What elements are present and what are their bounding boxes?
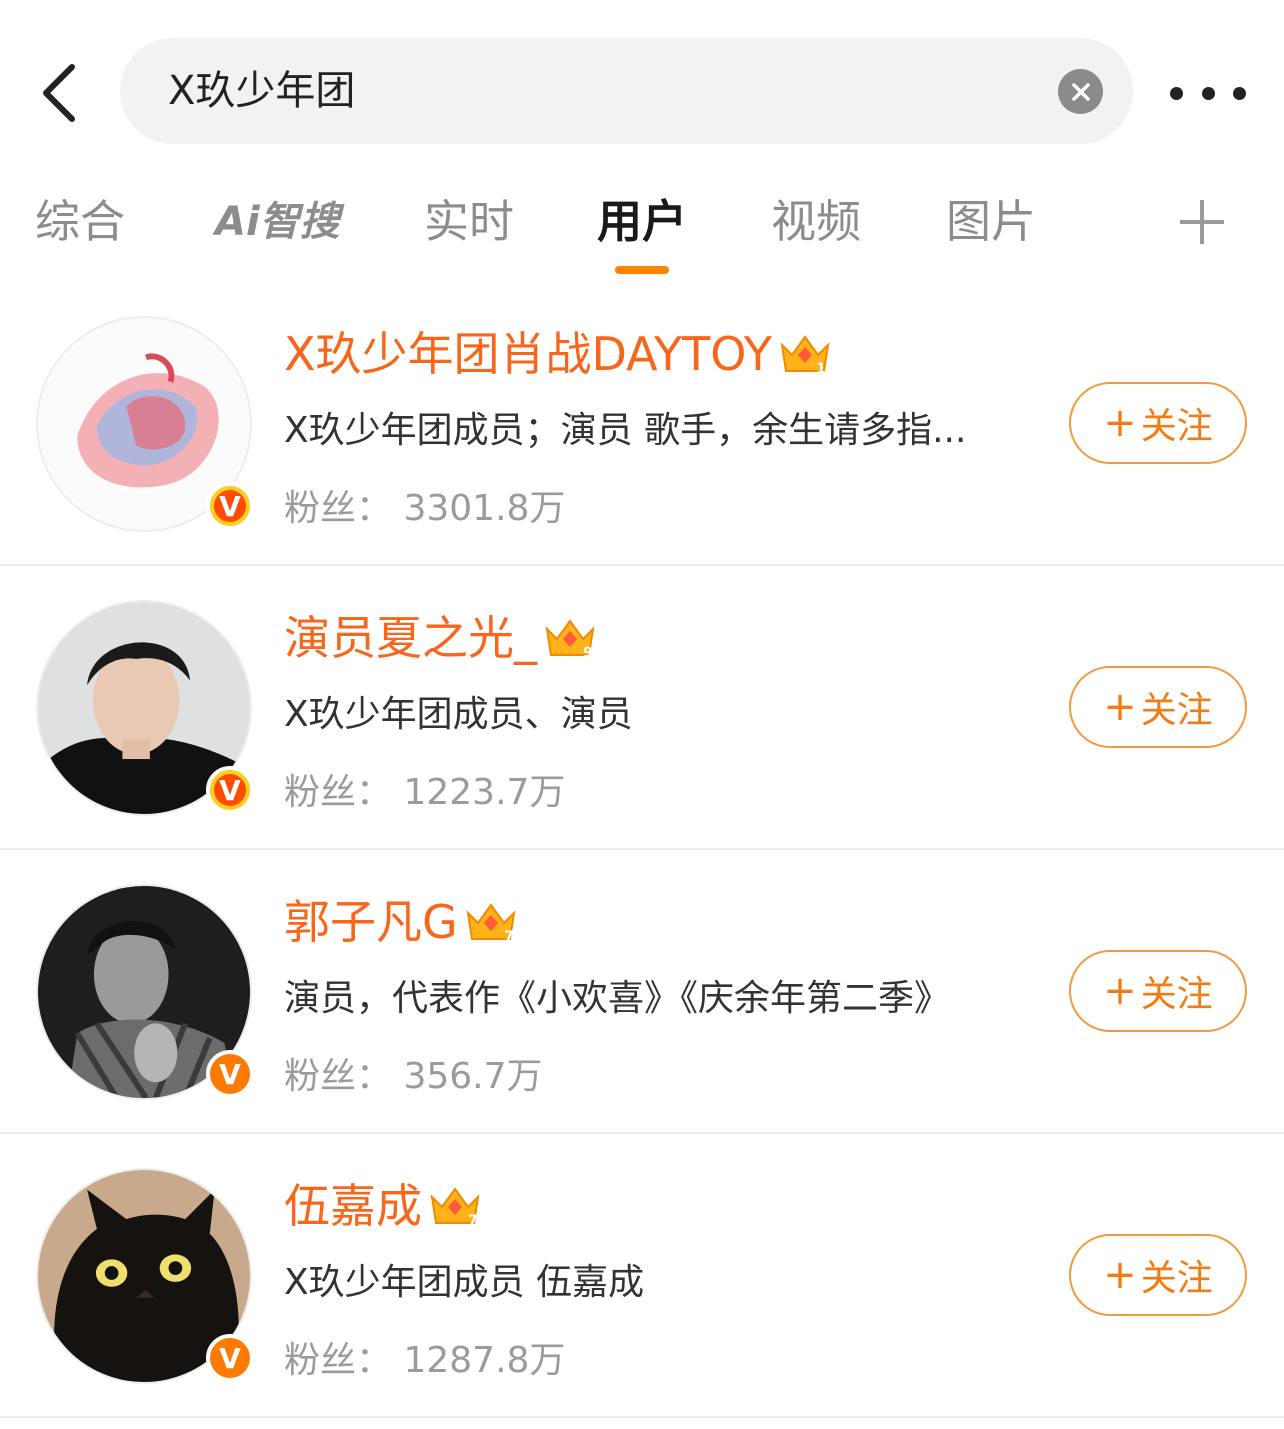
clear-search-button[interactable] — [1058, 69, 1103, 114]
crown-level-icon: 9 — [545, 619, 595, 661]
fans-value: 356.7万 — [403, 1056, 543, 1097]
follow-label: 关注 — [1140, 974, 1213, 1015]
follow-button[interactable]: + 关注 — [1069, 382, 1247, 464]
dot-icon — [1201, 86, 1215, 100]
user-row[interactable]: V 郭子凡G 7 演员，代表作《小欢喜》《庆余年第二季》 粉丝： 356.7万 … — [0, 850, 1284, 1134]
fans-label: 粉丝： — [284, 772, 393, 813]
back-button[interactable] — [28, 58, 88, 128]
user-row[interactable]: V 伍嘉成 7 X玖少年团成员 伍嘉成 粉丝： 1287.8万 + 关注 — [0, 1134, 1284, 1418]
search-bar[interactable]: X玖少年团 — [120, 38, 1133, 144]
chevron-left-icon — [43, 64, 75, 122]
fans-label: 粉丝： — [284, 1340, 393, 1381]
tab-videos[interactable]: 视频 — [771, 190, 861, 254]
tab-comprehensive[interactable]: 综合 — [35, 190, 125, 254]
follow-label: 关注 — [1140, 1258, 1213, 1299]
user-row[interactable]: V 演员夏之光_ 9 X玖少年团成员、演员 粉丝： 1223.7万 + 关注 — [0, 566, 1284, 850]
active-tab-indicator — [615, 266, 669, 274]
crown-level: 10 — [816, 361, 832, 377]
plus-icon: + — [1103, 400, 1137, 446]
crown-level: 7 — [504, 929, 514, 945]
verified-badge-icon: V — [206, 766, 254, 814]
fans-value: 1287.8万 — [403, 1340, 566, 1381]
verified-badge-icon: V — [206, 482, 254, 530]
user-name[interactable]: X玖少年团肖战DAYTOY — [284, 324, 772, 384]
fans-count: 粉丝： 1287.8万 — [284, 1336, 565, 1386]
tab-realtime[interactable]: 实时 — [424, 190, 514, 254]
fans-value: 3301.8万 — [403, 488, 566, 529]
user-name-row[interactable]: 演员夏之光_ 9 — [284, 608, 597, 668]
follow-button[interactable]: + 关注 — [1069, 666, 1247, 748]
plus-icon: + — [1103, 968, 1137, 1014]
search-results-page: X玖少年团 综合 Ai智搜 实时 用户 视频 图片 V X玖少年团肖战DAYTO… — [0, 0, 1284, 1429]
follow-button[interactable]: + 关注 — [1069, 950, 1247, 1032]
plus-icon: + — [1103, 1252, 1137, 1298]
crown-level-icon: 7 — [430, 1187, 480, 1229]
user-description: 演员，代表作《小欢喜》《庆余年第二季》 — [284, 978, 951, 1019]
fans-count: 粉丝： 356.7万 — [284, 1052, 543, 1102]
user-name-row[interactable]: 伍嘉成 7 — [284, 1176, 482, 1236]
dot-icon — [1170, 86, 1183, 100]
user-name[interactable]: 演员夏之光_ — [284, 608, 537, 668]
user-name[interactable]: 伍嘉成 — [284, 1176, 422, 1236]
close-icon — [1071, 82, 1090, 101]
more-options-button[interactable] — [1170, 78, 1246, 108]
verified-badge-icon: V — [206, 1334, 254, 1382]
tab-images[interactable]: 图片 — [946, 190, 1036, 254]
follow-button[interactable]: + 关注 — [1069, 1234, 1247, 1316]
crown-level: 7 — [468, 1213, 478, 1229]
user-name[interactable]: 郭子凡G — [284, 892, 458, 952]
fans-value: 1223.7万 — [403, 772, 566, 813]
top-bar: X玖少年团 — [0, 0, 1284, 170]
follow-label: 关注 — [1140, 690, 1213, 731]
crown-level-icon: 10 — [780, 335, 832, 377]
tab-ai-search[interactable]: Ai智搜 — [215, 190, 340, 254]
plus-icon: + — [1103, 684, 1137, 730]
user-list: V X玖少年团肖战DAYTOY 10 X玖少年团成员；演员 歌手，余生请多指..… — [0, 282, 1284, 1418]
user-description: X玖少年团成员、演员 — [284, 694, 633, 735]
user-row[interactable]: V X玖少年团肖战DAYTOY 10 X玖少年团成员；演员 歌手，余生请多指..… — [0, 282, 1284, 566]
user-description: X玖少年团成员 伍嘉成 — [284, 1262, 645, 1303]
fans-label: 粉丝： — [284, 1056, 393, 1097]
user-name-row[interactable]: X玖少年团肖战DAYTOY 10 — [284, 324, 832, 384]
follow-label: 关注 — [1140, 406, 1213, 447]
user-name-row[interactable]: 郭子凡G 7 — [284, 892, 518, 952]
dot-icon — [1233, 86, 1246, 100]
add-tab-plus-icon[interactable] — [1180, 200, 1224, 244]
crown-level: 9 — [583, 645, 593, 661]
tab-users[interactable]: 用户 — [597, 190, 687, 254]
fans-count: 粉丝： 1223.7万 — [284, 768, 565, 818]
crown-level-icon: 7 — [466, 903, 516, 945]
fans-count: 粉丝： 3301.8万 — [284, 484, 565, 534]
fans-label: 粉丝： — [284, 488, 393, 529]
user-description: X玖少年团成员；演员 歌手，余生请多指... — [284, 410, 967, 451]
tab-bar: 综合 Ai智搜 实时 用户 视频 图片 — [0, 190, 1284, 280]
search-input[interactable]: X玖少年团 — [168, 65, 355, 117]
verified-badge-icon: V — [206, 1050, 254, 1098]
